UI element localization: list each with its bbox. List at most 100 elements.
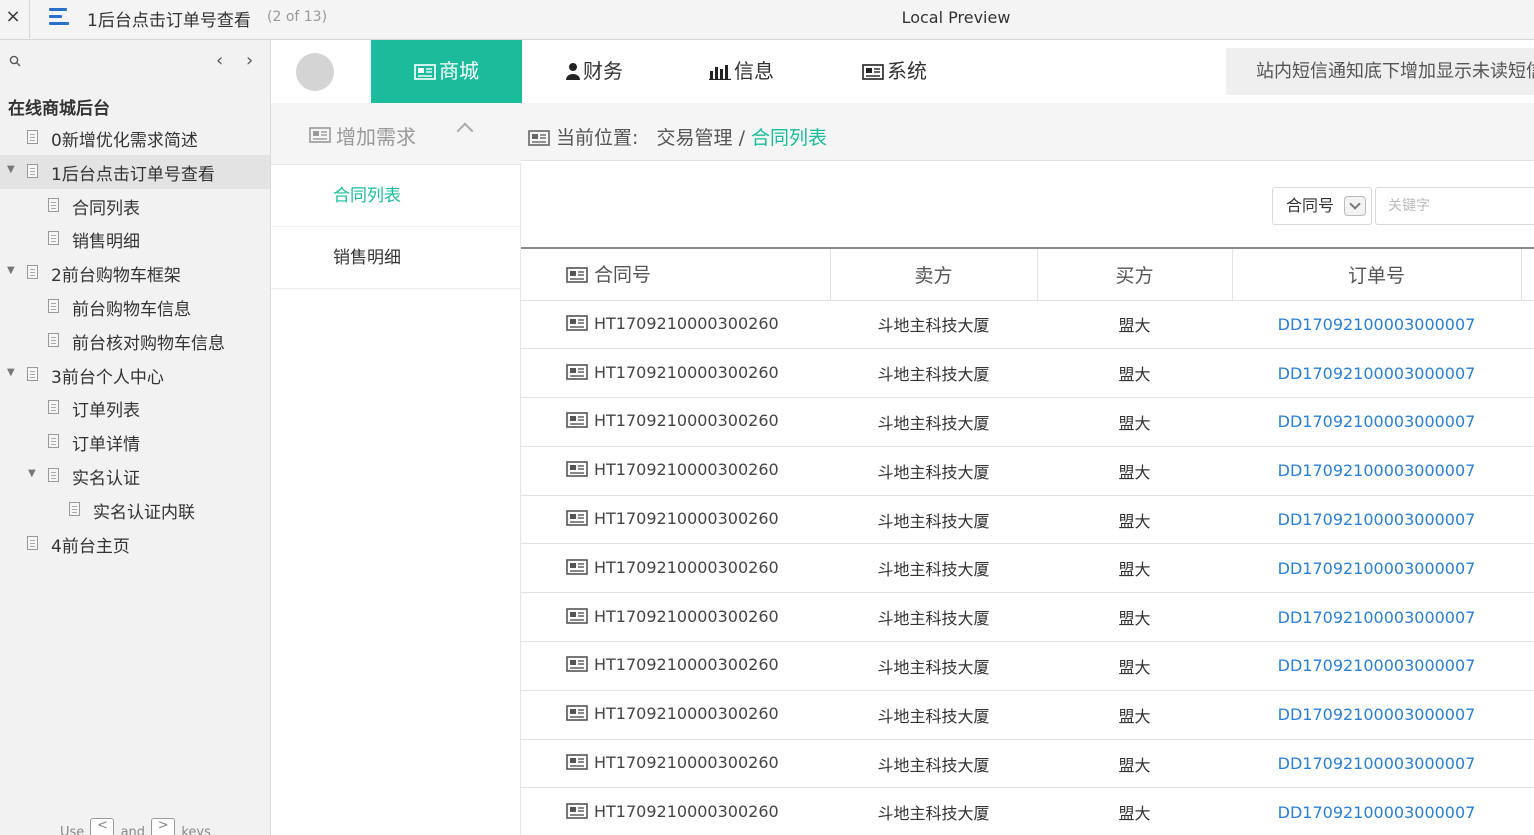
- page-icon: [48, 299, 59, 313]
- tab-system[interactable]: 系统: [862, 40, 927, 103]
- keyword-input[interactable]: [1375, 187, 1534, 225]
- sidebar-item[interactable]: ▼ 实名认证: [0, 459, 270, 493]
- cell-seller: 斗地主科技大厦: [830, 641, 1037, 691]
- expand-arrow-icon[interactable]: ▼: [28, 468, 36, 479]
- newspaper-icon: [566, 754, 588, 774]
- sidebar-item-label: 前台购物车信息: [72, 300, 191, 320]
- tab-label: 系统: [887, 59, 927, 83]
- sidebar-item[interactable]: ▼ 2前台购物车框架: [0, 256, 270, 290]
- cell-seller: 斗地主科技大厦: [830, 543, 1037, 594]
- page-icon: [48, 468, 59, 482]
- table-row[interactable]: HT1709210000300260 斗地主科技大厦 盟大 DD17092100003…: [521, 592, 1534, 643]
- subnav-item-contract-list[interactable]: 合同列表: [271, 165, 521, 227]
- tab-finance[interactable]: 财务: [566, 40, 623, 103]
- table-row[interactable]: HT1709210000300260 斗地主科技大厦 盟大 DD17092100003…: [521, 739, 1534, 789]
- sidebar-item[interactable]: 前台购物车信息: [0, 290, 270, 324]
- list-panel: 合同号 合同号 卖方 买方 订单号: [521, 160, 1534, 835]
- cell-order-no[interactable]: DD17092100003000007: [1232, 641, 1521, 691]
- table-row[interactable]: HT1709210000300260 斗地主科技大厦 盟大 DD17092100003…: [521, 543, 1534, 594]
- cell-order-no[interactable]: DD17092100003000007: [1232, 348, 1521, 399]
- newspaper-icon: [566, 803, 588, 823]
- avatar[interactable]: [296, 53, 334, 91]
- nav-group-label: 增加需求: [336, 125, 416, 149]
- table-row[interactable]: HT1709210000300260 斗地主科技大厦 盟大 DD17092100003…: [521, 690, 1534, 740]
- cell-order-no[interactable]: DD17092100003000007: [1232, 397, 1521, 447]
- cell-seller: 斗地主科技大厦: [830, 495, 1037, 545]
- notice-banner[interactable]: 站内短信通知底下增加显示未读短信: [1226, 48, 1534, 95]
- cell-contract-no: HT1709210000300260: [521, 348, 830, 399]
- expand-arrow-icon[interactable]: ▼: [7, 265, 15, 276]
- cell-order-no[interactable]: DD17092100003000007: [1232, 446, 1521, 496]
- page-icon: [48, 434, 59, 449]
- cell-order-no[interactable]: DD17092100003000007: [1232, 787, 1521, 835]
- sidebar-item[interactable]: 0新增优化需求简述: [0, 121, 270, 155]
- newspaper-icon: [566, 363, 588, 384]
- column-header-order-no[interactable]: 订单号: [1232, 247, 1522, 301]
- cell-extra: [1521, 641, 1534, 691]
- page-icon: [69, 501, 80, 516]
- table-row[interactable]: HT1709210000300260 斗地主科技大厦 盟大 DD17092100003…: [521, 397, 1534, 447]
- search-field-select[interactable]: 合同号: [1272, 187, 1372, 225]
- cell-order-no[interactable]: DD17092100003000007: [1232, 300, 1521, 350]
- chevron-left-icon[interactable]: ‹: [216, 50, 223, 71]
- cell-contract-no: HT1709210000300260: [521, 495, 830, 545]
- chevron-right-icon[interactable]: ›: [246, 50, 253, 71]
- cell-extra: [1521, 787, 1534, 835]
- table-row[interactable]: HT1709210000300260 斗地主科技大厦 盟大 DD17092100003…: [521, 495, 1534, 545]
- subnav-item-sales-detail[interactable]: 销售明细: [271, 227, 521, 289]
- preview-title: Local Preview: [901, 8, 1011, 27]
- cell-order-no[interactable]: DD17092100003000007: [1232, 495, 1521, 545]
- chevron-up-icon[interactable]: [456, 122, 474, 140]
- expand-arrow-icon[interactable]: ▼: [7, 367, 15, 378]
- cell-order-no[interactable]: DD17092100003000007: [1232, 592, 1521, 643]
- column-header-contract-no[interactable]: 合同号: [521, 247, 831, 301]
- chevron-down-icon[interactable]: [1344, 196, 1366, 216]
- cell-extra: [1521, 543, 1534, 594]
- newspaper-icon: [566, 656, 588, 676]
- sidebar-item[interactable]: 合同列表: [0, 189, 270, 223]
- top-bar: × 1后台点击订单号查看 (2 of 13) Local Preview: [0, 0, 1534, 40]
- column-header-seller[interactable]: 卖方: [830, 247, 1038, 301]
- sidebar-item-label: 4前台主页: [51, 536, 130, 557]
- newspaper-icon: [309, 127, 331, 147]
- cell-buyer: 盟大: [1037, 495, 1232, 545]
- breadcrumb-parent[interactable]: 交易管理: [657, 127, 733, 149]
- cell-buyer: 盟大: [1037, 446, 1232, 496]
- sidebar-item[interactable]: 销售明细: [0, 222, 270, 256]
- cell-order-no[interactable]: DD17092100003000007: [1232, 739, 1521, 789]
- user-icon: [566, 42, 580, 105]
- table-row[interactable]: HT1709210000300260 斗地主科技大厦 盟大 DD17092100003…: [521, 446, 1534, 496]
- table-body: HT1709210000300260 斗地主科技大厦 盟大 DD17092100003…: [521, 300, 1534, 835]
- search-icon[interactable]: [9, 55, 21, 71]
- table-row[interactable]: HT1709210000300260 斗地主科技大厦 盟大 DD17092100003…: [521, 641, 1534, 691]
- sidebar-item[interactable]: 实名认证内联: [0, 493, 270, 527]
- cell-seller: 斗地主科技大厦: [830, 739, 1037, 789]
- sidebar-item[interactable]: 前台核对购物车信息: [0, 324, 270, 358]
- sidebar-item[interactable]: 4前台主页: [0, 527, 270, 561]
- sidebar-item[interactable]: ▼ 1后台点击订单号查看: [0, 154, 270, 189]
- sidebar-item[interactable]: 订单列表: [0, 391, 270, 425]
- breadcrumb: 当前位置: 交易管理 / 合同列表: [528, 123, 827, 151]
- cell-seller: 斗地主科技大厦: [830, 397, 1037, 447]
- cell-contract-no: HT1709210000300260: [521, 690, 830, 740]
- table-row[interactable]: HT1709210000300260 斗地主科技大厦 盟大 DD17092100003…: [521, 348, 1534, 399]
- sidebar-item[interactable]: ▼ 3前台个人中心: [0, 358, 270, 392]
- page-icon: [48, 332, 59, 347]
- column-header-extra: [1521, 247, 1534, 301]
- newspaper-icon: [566, 705, 588, 725]
- column-header-buyer[interactable]: 买方: [1037, 247, 1233, 301]
- tab-mall[interactable]: 商城: [371, 40, 522, 103]
- sidebar-item[interactable]: 订单详情: [0, 425, 270, 459]
- key-prev: <: [90, 818, 115, 835]
- table-row[interactable]: HT1709210000300260 斗地主科技大厦 盟大 DD17092100003…: [521, 787, 1534, 835]
- tab-info[interactable]: 信息: [709, 40, 774, 103]
- newspaper-icon: [566, 510, 588, 530]
- nav-group-header[interactable]: 增加需求: [271, 103, 521, 165]
- cell-buyer: 盟大: [1037, 787, 1232, 835]
- cell-buyer: 盟大: [1037, 397, 1232, 447]
- cell-buyer: 盟大: [1037, 348, 1232, 399]
- cell-order-no[interactable]: DD17092100003000007: [1232, 543, 1521, 594]
- cell-order-no[interactable]: DD17092100003000007: [1232, 690, 1521, 740]
- table-row[interactable]: HT1709210000300260 斗地主科技大厦 盟大 DD17092100003…: [521, 300, 1534, 350]
- expand-arrow-icon[interactable]: ▼: [7, 164, 15, 175]
